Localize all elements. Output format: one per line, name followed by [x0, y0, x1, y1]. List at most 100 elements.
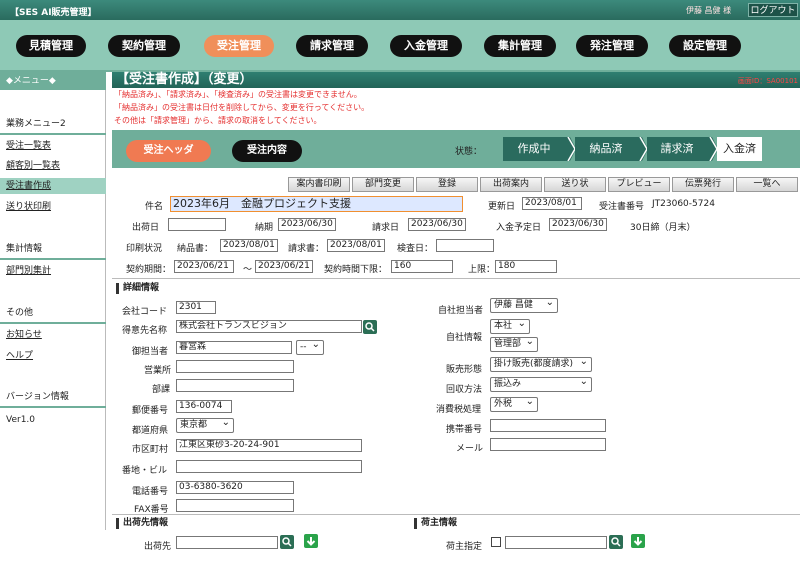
screen-id: 画面ID：SA00101 [737, 77, 798, 85]
collection-label: 回収方法 [446, 385, 483, 395]
company-code-input[interactable]: 2301 [176, 301, 216, 314]
nav-estimate[interactable]: 見積管理 [16, 35, 86, 57]
nav-payment[interactable]: 入金管理 [390, 35, 462, 57]
office-input[interactable] [176, 360, 294, 373]
branch-select[interactable]: 本社 [490, 317, 530, 334]
sidebar-group-version: バージョン情報 [6, 392, 69, 402]
contact-select[interactable]: -- [296, 338, 324, 355]
tax-label: 消費税処理 [436, 405, 482, 415]
change-dept-button[interactable]: 部門変更 [352, 177, 414, 192]
address-label: 番地・ビル [122, 466, 168, 476]
department-input[interactable] [176, 379, 294, 392]
updated-date-field[interactable]: 2023/08/01 [522, 197, 582, 210]
main-nav: 見積管理 契約管理 受注管理 請求管理 入金管理 集計管理 発注管理 設定管理 [0, 20, 800, 72]
sidebar-item-create-order[interactable]: 受注書作成 [0, 178, 106, 194]
zip-input[interactable]: 136-0074 [176, 400, 232, 413]
tax-select[interactable]: 外税 [490, 395, 538, 412]
prefecture-select[interactable]: 東京都 [176, 416, 234, 433]
zip-label: 郵便番号 [132, 406, 169, 416]
sidebar-item-print-invoice[interactable]: 送り状印刷 [0, 199, 106, 215]
invoice-slip-button[interactable]: 送り状 [544, 177, 606, 192]
logout-button[interactable]: ログアウト [748, 3, 798, 17]
staff-select[interactable]: 伊藤 昌健 [490, 296, 558, 313]
hours-lower-input[interactable]: 160 [391, 260, 453, 273]
ship-date-input[interactable] [168, 218, 226, 231]
search-icon[interactable] [363, 320, 377, 334]
sidebar-item-help[interactable]: ヘルプ [0, 348, 106, 364]
main-content: 【受注書作成】（変更） 画面ID：SA00101 「納品済み」、「請求済み」、「… [112, 72, 800, 577]
email-input[interactable] [490, 438, 606, 451]
nav-order[interactable]: 受注管理 [204, 35, 274, 57]
search-icon[interactable] [280, 535, 294, 549]
sidebar-item-customer-list[interactable]: 顧客別一覧表 [0, 158, 106, 174]
payment-date-input[interactable]: 2023/06/30 [549, 218, 607, 231]
arrow-down-icon[interactable] [304, 534, 318, 548]
sidebar: ◆メニュー◆ 業務メニュー2 受注一覧表 顧客別一覧表 受注書作成 送り状印刷 … [0, 72, 106, 530]
own-dept-select[interactable]: 管理部 [490, 335, 538, 352]
contact-input[interactable]: 暮宮森 [176, 341, 292, 354]
preview-button[interactable]: プレビュー [608, 177, 670, 192]
status-step-draft: 作成中 [503, 137, 565, 161]
payment-date-label: 入金予定日 [496, 223, 542, 233]
consignor-section-title: 荷主情報 [414, 518, 457, 529]
back-to-list-button[interactable]: 一覧へ [736, 177, 798, 192]
staff-label: 自社担当者 [438, 306, 484, 316]
own-info-label: 自社情報 [446, 333, 483, 343]
mobile-input[interactable] [490, 419, 606, 432]
nav-purchase[interactable]: 発注管理 [576, 35, 648, 57]
consignor-checkbox[interactable] [491, 537, 501, 547]
tab-order-header[interactable]: 受注ヘッダ [126, 140, 211, 162]
sidebar-group-business: 業務メニュー2 [6, 119, 66, 129]
city-input[interactable]: 江東区東砂3-20-24-901 [176, 439, 362, 452]
hours-upper-input[interactable]: 180 [495, 260, 557, 273]
shipping-input[interactable] [176, 536, 278, 549]
warning-text: 「納品済み」の受注書は日付を削除してから、変更を行ってください。 [114, 103, 370, 112]
consignor-label: 荷主指定 [446, 542, 483, 552]
collection-select[interactable]: 振込み [490, 375, 592, 392]
contract-start-input[interactable]: 2023/06/21 [174, 260, 234, 273]
inspection-date[interactable] [436, 239, 494, 252]
customer-input[interactable]: 株式会社トランスビジョン [176, 320, 362, 333]
status-step-paid: 入金済 [717, 137, 762, 161]
arrow-down-icon[interactable] [631, 534, 645, 548]
invoice-date[interactable]: 2023/08/01 [327, 239, 385, 252]
delivery-note-date[interactable]: 2023/08/01 [220, 239, 278, 252]
office-label: 営業所 [144, 366, 172, 376]
search-icon[interactable] [609, 535, 623, 549]
register-button[interactable]: 登録 [416, 177, 478, 192]
page-title-bar: 【受注書作成】（変更） 画面ID：SA00101 [112, 72, 800, 88]
nav-settings[interactable]: 設定管理 [669, 35, 741, 57]
hours-lower-label: 契約時間下限： [324, 265, 388, 275]
due-date-input[interactable]: 2023/06/30 [278, 218, 336, 231]
consignor-input[interactable] [505, 536, 607, 549]
hours-upper-label: 上限： [468, 265, 496, 275]
warning-text: その他は「請求管理」から、請求の取消をしてください。 [114, 116, 322, 125]
issue-slip-button[interactable]: 伝票発行 [672, 177, 734, 192]
fax-input[interactable] [176, 499, 294, 512]
nav-billing[interactable]: 請求管理 [296, 35, 368, 57]
app-header: 【SES AI販売管理】 伊藤 昌健 様 ログアウト [0, 0, 800, 20]
sales-type-select[interactable]: 掛け販売(都度請求) [490, 355, 592, 372]
nav-contract[interactable]: 契約管理 [108, 35, 180, 57]
shipping-section-title: 出荷先情報 [116, 518, 168, 529]
print-guide-button[interactable]: 案内書印刷 [288, 177, 350, 192]
divider [0, 322, 106, 324]
print-status-label: 印刷状況 [126, 244, 163, 254]
tab-order-detail[interactable]: 受注内容 [232, 140, 302, 162]
detail-section-title: 詳細情報 [116, 283, 159, 294]
mobile-label: 携帯番号 [446, 425, 483, 435]
shipping-guide-button[interactable]: 出荷案内 [480, 177, 542, 192]
closing-terms: 30日締（月末） [630, 223, 696, 233]
address-input[interactable] [176, 460, 362, 473]
email-label: メール [456, 444, 484, 454]
phone-input[interactable]: 03-6380-3620 [176, 481, 294, 494]
nav-summary[interactable]: 集計管理 [484, 35, 556, 57]
divider [112, 514, 800, 515]
contract-end-input[interactable]: 2023/06/21 [255, 260, 313, 273]
sidebar-item-order-list[interactable]: 受注一覧表 [0, 138, 106, 154]
department-label: 部課 [152, 385, 171, 395]
subject-input[interactable]: 2023年6月 金融プロジェクト支援 [170, 196, 463, 212]
bill-date-input[interactable]: 2023/06/30 [408, 218, 466, 231]
sidebar-item-news[interactable]: お知らせ [0, 327, 106, 343]
sidebar-item-dept-summary[interactable]: 部門別集計 [0, 263, 106, 279]
